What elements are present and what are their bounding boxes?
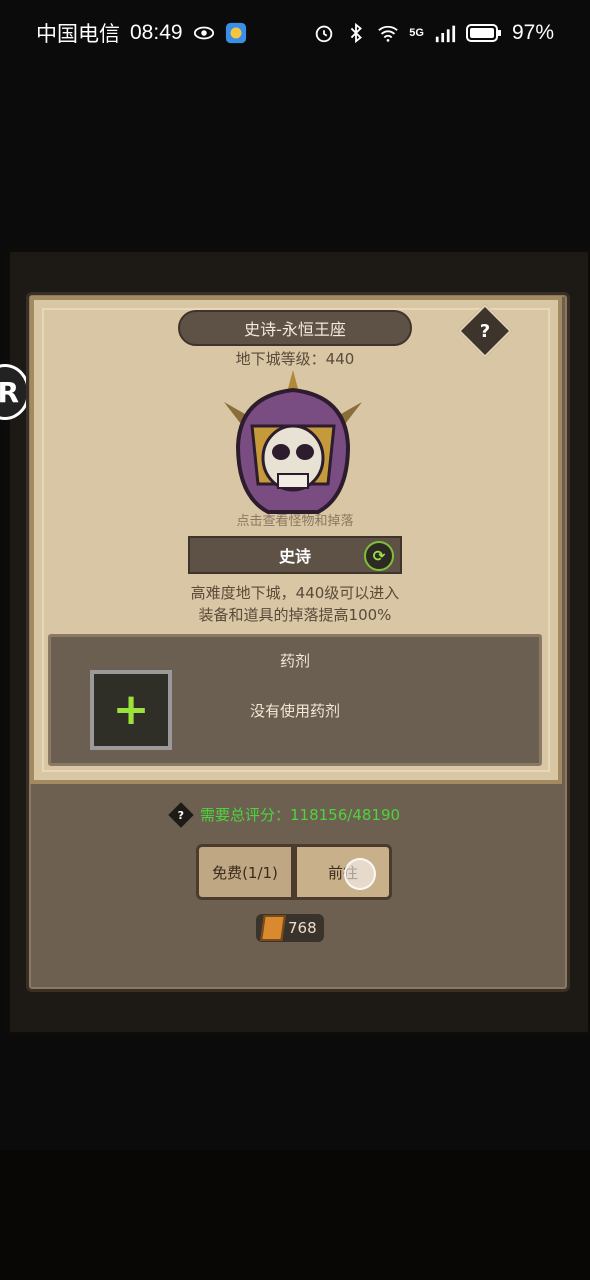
bluetooth-icon bbox=[351, 22, 363, 44]
switch-difficulty-icon[interactable]: ⟳ bbox=[364, 541, 394, 571]
status-bar: 中国电信 08:49 5G 97% bbox=[0, 0, 590, 66]
scroll-currency-amount: 768 bbox=[288, 919, 317, 937]
dungeon-title: 史诗-永恒王座 bbox=[178, 310, 412, 346]
touch-indicator bbox=[344, 858, 376, 890]
battery-icon bbox=[465, 24, 501, 42]
wifi-icon bbox=[378, 25, 399, 42]
dungeon-description-line2: 装备和道具的掉落提高100% bbox=[198, 606, 392, 624]
scroll-currency: 768 bbox=[256, 914, 324, 942]
required-score: ? 需要总评分：118156/48190 bbox=[168, 801, 401, 828]
battery-percent: 97% bbox=[511, 21, 554, 44]
carrier-label: 中国电信 bbox=[36, 23, 120, 46]
background-bottom-nav bbox=[0, 1150, 590, 1280]
network-type-label: 5G bbox=[409, 27, 424, 39]
weather-app-icon bbox=[225, 22, 246, 44]
no-potion-text: 没有使用药剂 bbox=[249, 702, 340, 720]
question-icon: ? bbox=[479, 320, 491, 342]
view-monsters-hint[interactable]: 点击查看怪物和掉落 bbox=[0, 510, 590, 529]
scroll-icon bbox=[260, 915, 286, 941]
alarm-icon bbox=[316, 25, 333, 43]
signal-icon bbox=[435, 25, 456, 43]
difficulty-label: 史诗 bbox=[278, 547, 311, 566]
score-help-icon[interactable]: ? bbox=[168, 801, 194, 828]
dungeon-description-line1: 高难度地下城，440级可以进入 bbox=[190, 584, 400, 602]
difficulty-selector[interactable]: 史诗 ⟳ bbox=[188, 536, 402, 574]
plus-icon: + bbox=[112, 684, 150, 735]
clock: 08:49 bbox=[130, 21, 183, 44]
potion-title: 药剂 bbox=[279, 652, 310, 670]
required-score-label: 需要总评分：118156/48190 bbox=[200, 806, 401, 824]
boss-skull-helmet-icon[interactable] bbox=[218, 366, 368, 522]
free-entry-button[interactable]: 免费(1/1) bbox=[196, 844, 294, 900]
eye-icon bbox=[193, 26, 214, 40]
add-potion-slot[interactable]: + bbox=[90, 670, 172, 750]
go-button[interactable]: 前往 bbox=[294, 844, 392, 900]
